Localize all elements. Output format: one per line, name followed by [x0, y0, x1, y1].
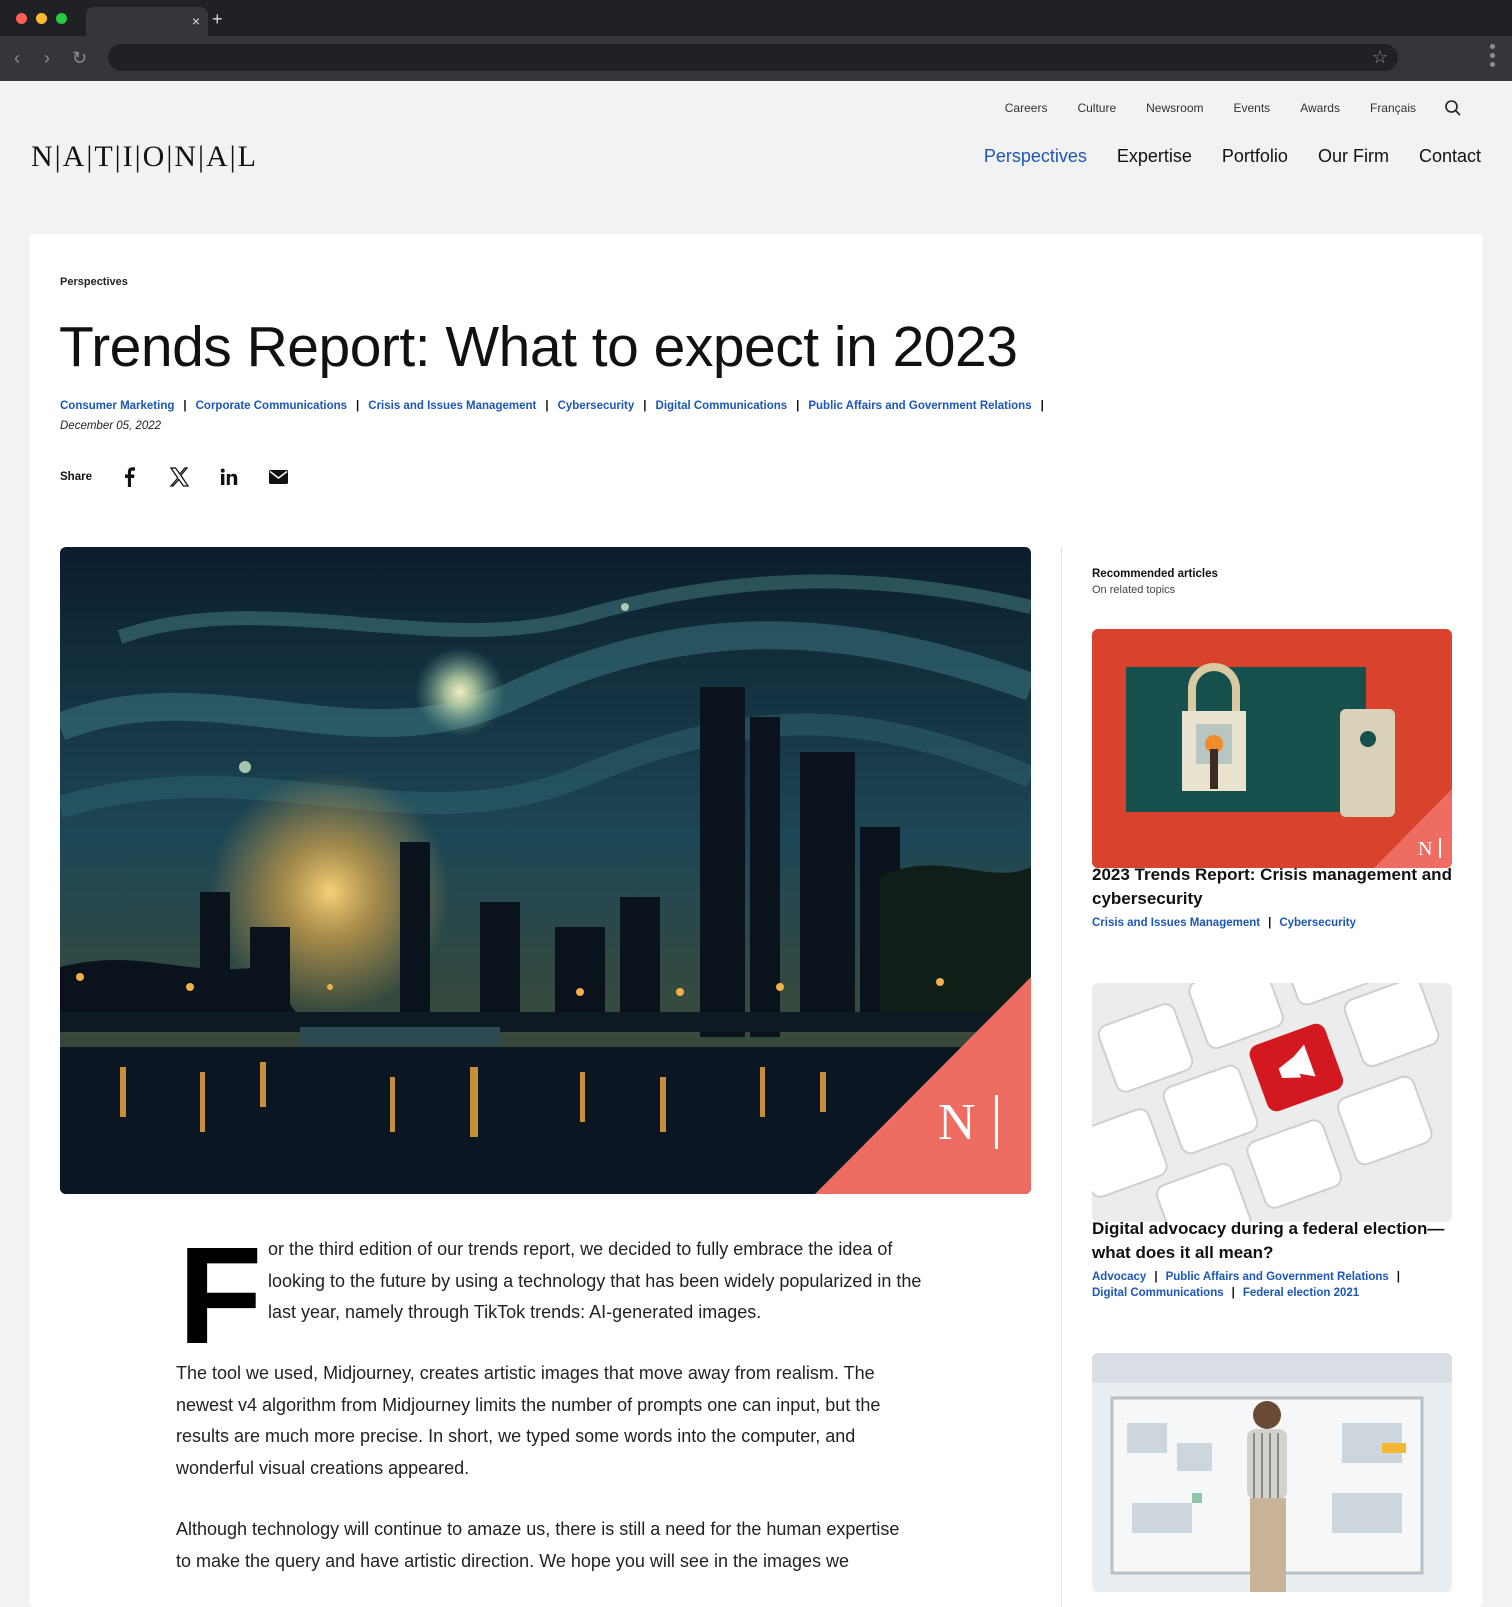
nav-our-firm[interactable]: Our Firm	[1318, 146, 1389, 167]
close-window-icon[interactable]	[16, 13, 27, 24]
nav-perspectives[interactable]: Perspectives	[984, 146, 1087, 167]
article-paragraph: The tool we used, Midjourney, creates ar…	[176, 1363, 881, 1478]
hero-image: N	[60, 547, 1031, 1194]
article-card: Perspectives Trends Report: What to expe…	[30, 234, 1482, 1607]
brand-watermark: N	[938, 1094, 976, 1151]
tag-separator: |	[643, 400, 647, 412]
tag-link[interactable]: Cybersecurity	[558, 400, 635, 412]
browser-tab-strip: × +	[0, 0, 1512, 36]
recommended-tags: Crisis and Issues Management | Cybersecuri…	[1092, 915, 1452, 931]
tag-link[interactable]: Federal election 2021	[1243, 1287, 1359, 1299]
tag-link[interactable]: Public Affairs and Government Relations	[1166, 1271, 1389, 1283]
utility-link-careers[interactable]: Careers	[1005, 101, 1048, 115]
share-bar: Share	[60, 466, 318, 488]
address-bar[interactable]: ☆	[108, 44, 1398, 71]
article-paragraph: or the third edition of our trends repor…	[268, 1239, 922, 1322]
recommended-image-keyboard[interactable]	[1092, 983, 1452, 1222]
article-paragraph: Although technology will continue to ama…	[176, 1519, 900, 1571]
tag-link[interactable]: Crisis and Issues Management	[1092, 917, 1260, 929]
utility-link-culture[interactable]: Culture	[1077, 101, 1116, 115]
brand-watermark: N	[1418, 838, 1432, 860]
tag-separator: |	[1040, 400, 1044, 412]
browser-toolbar: ‹ › ↻ ☆	[0, 36, 1512, 81]
new-tab-icon[interactable]: +	[212, 9, 223, 29]
tag-link[interactable]: Crisis and Issues Management	[368, 400, 536, 412]
tag-link[interactable]: Public Affairs and Government Relations	[808, 400, 1031, 412]
minimize-window-icon[interactable]	[36, 13, 47, 24]
tag-link[interactable]: Advocacy	[1092, 1271, 1146, 1283]
utility-link-francais[interactable]: Français	[1370, 101, 1416, 115]
tag-link[interactable]: Corporate Communications	[196, 400, 347, 412]
reload-icon[interactable]: ↻	[72, 46, 87, 70]
linkedin-icon[interactable]	[218, 466, 240, 488]
recommended-tags: Advocacy | Public Affairs and Government R…	[1092, 1269, 1452, 1301]
tag-separator: |	[183, 400, 187, 412]
email-icon[interactable]	[268, 466, 290, 488]
article-tags: Consumer Marketing | Corporate Communicati…	[60, 400, 1053, 412]
publish-date: December 05, 2022	[60, 420, 162, 432]
page-title: Trends Report: What to expect in 2023	[59, 315, 1018, 379]
column-divider	[1061, 547, 1062, 1607]
utility-link-events[interactable]: Events	[1234, 101, 1271, 115]
tag-separator: |	[1231, 1287, 1235, 1299]
recommended-image-office[interactable]	[1092, 1353, 1452, 1592]
utility-nav: Careers Culture Newsroom Events Awards F…	[975, 99, 1462, 117]
main-nav: Perspectives Expertise Portfolio Our Fir…	[954, 146, 1481, 167]
recommended-image-padlock[interactable]: N	[1092, 629, 1452, 868]
tag-separator: |	[1396, 1271, 1401, 1283]
tag-link[interactable]: Digital Communications	[656, 400, 788, 412]
browser-tab[interactable]: ×	[86, 7, 208, 36]
utility-link-newsroom[interactable]: Newsroom	[1146, 101, 1203, 115]
tag-separator: |	[545, 400, 549, 412]
x-twitter-icon[interactable]	[168, 466, 190, 488]
tag-separator: |	[796, 400, 800, 412]
tag-separator: |	[356, 400, 360, 412]
tag-link[interactable]: Cybersecurity	[1279, 917, 1356, 929]
utility-link-awards[interactable]: Awards	[1300, 101, 1340, 115]
site-logo[interactable]: N|A|T|I|O|N|A|L	[31, 140, 258, 174]
bookmark-star-icon[interactable]: ☆	[1372, 46, 1388, 68]
recommended-title-link[interactable]: 2023 Trends Report: Crisis management an…	[1092, 863, 1452, 911]
recommended-subheading: On related topics	[1092, 584, 1176, 596]
browser-menu-icon[interactable]	[1490, 44, 1496, 71]
facebook-icon[interactable]	[118, 466, 140, 488]
drop-cap: F	[178, 1219, 263, 1373]
tag-separator: |	[1154, 1271, 1158, 1283]
tag-link[interactable]: Digital Communications	[1092, 1287, 1224, 1299]
nav-portfolio[interactable]: Portfolio	[1222, 146, 1288, 167]
breadcrumb[interactable]: Perspectives	[60, 276, 128, 288]
nav-expertise[interactable]: Expertise	[1117, 146, 1192, 167]
search-icon[interactable]	[1444, 99, 1462, 117]
close-tab-icon[interactable]: ×	[192, 12, 200, 30]
maximize-window-icon[interactable]	[56, 13, 67, 24]
recommended-title-link[interactable]: Digital advocacy during a federal electi…	[1092, 1217, 1452, 1265]
tag-separator: |	[1268, 917, 1272, 929]
back-icon[interactable]: ‹	[14, 46, 20, 70]
share-label: Share	[60, 471, 92, 483]
tag-link[interactable]: Consumer Marketing	[60, 400, 174, 412]
recommended-heading: Recommended articles	[1092, 568, 1218, 580]
nav-contact[interactable]: Contact	[1419, 146, 1481, 167]
forward-icon[interactable]: ›	[44, 46, 50, 70]
